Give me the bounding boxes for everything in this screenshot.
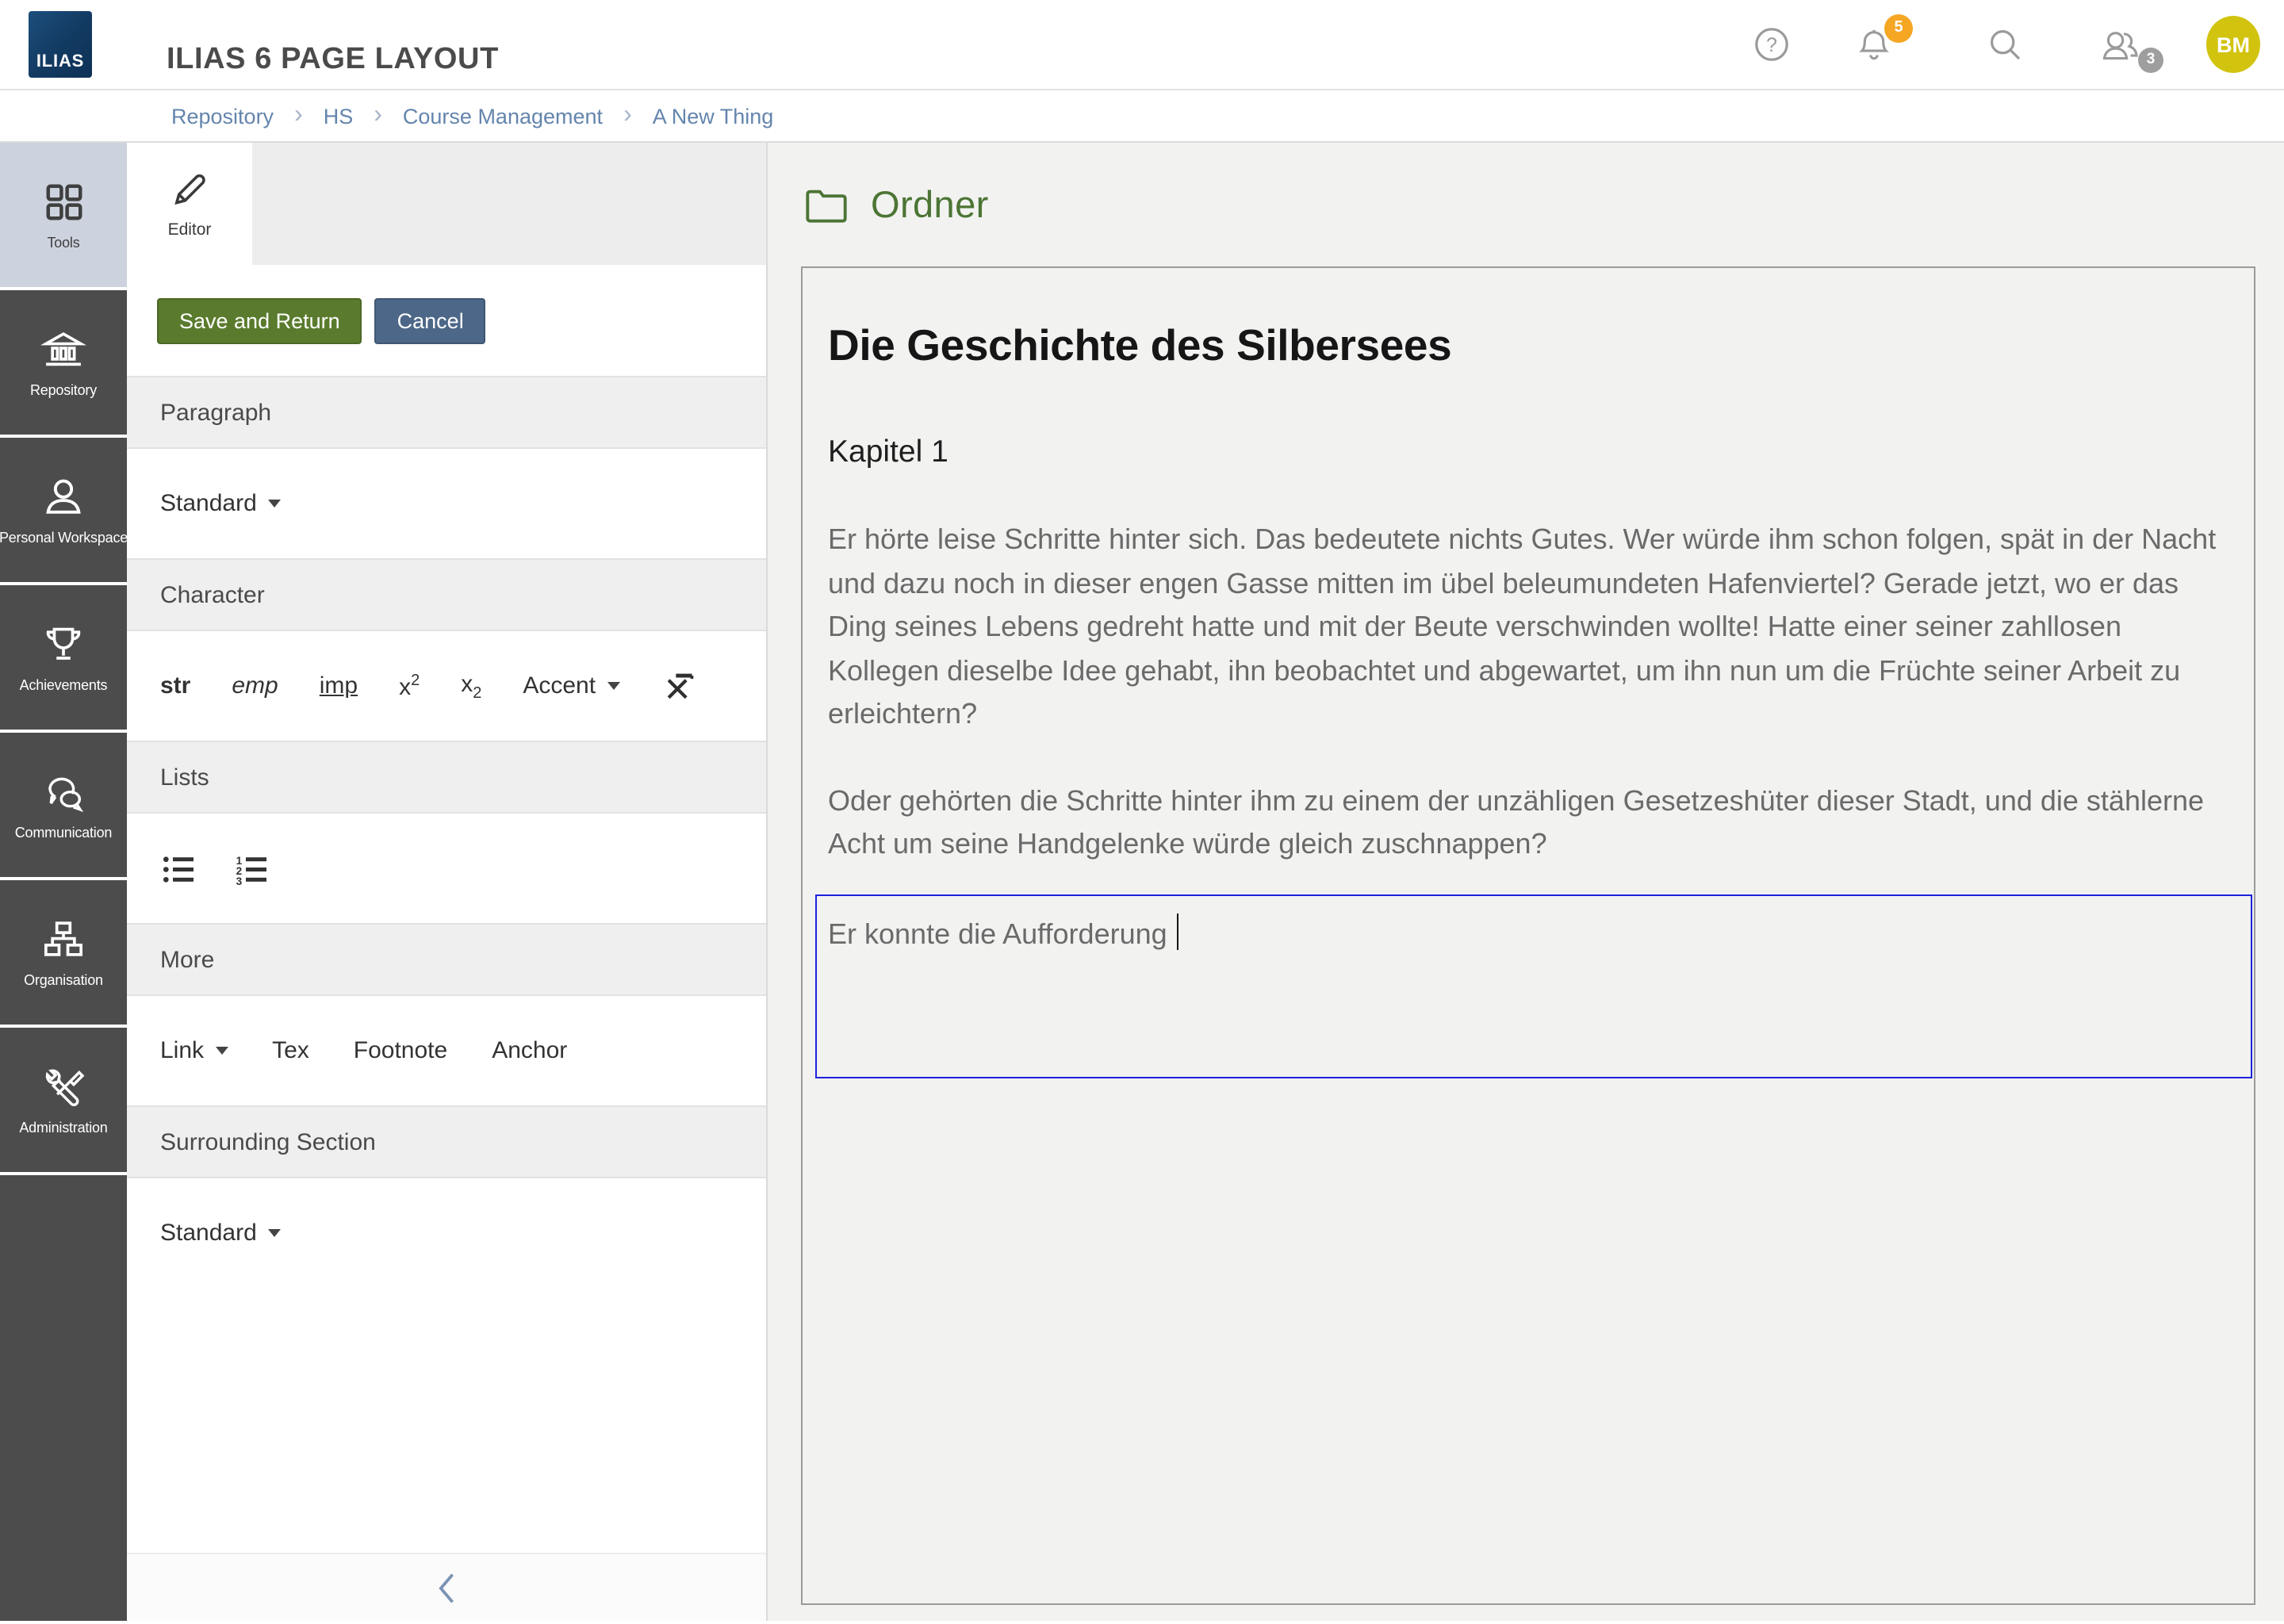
- help-icon: ?: [1753, 25, 1791, 63]
- editor-panel: Editor Save and Return Cancel Paragraph …: [127, 143, 768, 1621]
- notifications-button[interactable]: 5: [1854, 25, 1894, 64]
- object-title: Ordner: [871, 183, 989, 226]
- chevron-down-icon: [268, 1229, 281, 1237]
- help-button[interactable]: ?: [1753, 25, 1791, 63]
- active-paragraph-editor[interactable]: Er konnte die Aufforderung: [815, 894, 2252, 1078]
- org-chart-icon: [40, 917, 87, 961]
- search-button[interactable]: [1986, 25, 2024, 63]
- chevron-down-icon: [215, 1047, 228, 1055]
- contacts-count-badge: 3: [2138, 47, 2163, 72]
- panel-actions: Save and Return Cancel: [127, 265, 766, 376]
- save-and-return-button[interactable]: Save and Return: [157, 297, 362, 343]
- sidebar-item-achievements[interactable]: Achievements: [0, 585, 127, 730]
- breadcrumb-item-course-management[interactable]: Course Management: [403, 104, 603, 128]
- editing-text: Er konnte die Aufforderung: [828, 917, 1167, 949]
- article-subheading[interactable]: Kapitel 1: [828, 435, 2228, 471]
- sidebar-item-tools[interactable]: Tools: [0, 143, 127, 287]
- speech-bubbles-icon: [40, 769, 87, 814]
- section-surrounding-header: Surrounding Section: [127, 1105, 766, 1178]
- numbered-list-button[interactable]: 123: [233, 852, 271, 884]
- remove-format-icon: [661, 668, 696, 703]
- superscript-button[interactable]: x2: [399, 672, 420, 700]
- tab-editor[interactable]: Editor: [127, 143, 252, 265]
- section-lists-body: 123: [127, 814, 766, 923]
- pencil-icon: [168, 168, 211, 211]
- ilias-page: ILIAS ILIAS 6 PAGE LAYOUT ? 5: [0, 0, 2284, 1624]
- svg-text:?: ?: [1766, 34, 1777, 56]
- sidebar-item-personal-workspace[interactable]: Personal Workspace: [0, 438, 127, 582]
- svg-text:3: 3: [236, 875, 243, 884]
- section-more-header: More: [127, 923, 766, 996]
- object-title-row: Ordner: [768, 143, 2284, 266]
- emphasis-button[interactable]: emp: [232, 672, 278, 699]
- top-icon-group: ? 5 3 BM: [1753, 0, 2260, 89]
- section-more-body: Link Tex Footnote Anchor: [127, 996, 766, 1105]
- anchor-button[interactable]: Anchor: [492, 1037, 567, 1064]
- bank-icon: [40, 327, 87, 371]
- tab-editor-label: Editor: [168, 220, 212, 239]
- section-character-header: Character: [127, 558, 766, 631]
- main-sidebar: Tools Repository Personal Workspace Achi…: [0, 143, 127, 1621]
- collapse-panel-button[interactable]: [127, 1553, 766, 1621]
- strong-button[interactable]: str: [160, 672, 190, 699]
- search-icon: [1986, 25, 2024, 63]
- link-dropdown[interactable]: Link: [160, 1037, 228, 1064]
- text-cursor: [1177, 913, 1179, 949]
- breadcrumb-item-repository[interactable]: Repository: [171, 104, 274, 128]
- person-icon: [40, 474, 87, 519]
- breadcrumb-item-hs[interactable]: HS: [324, 104, 354, 128]
- breadcrumb: Repository › HS › Course Management › A …: [0, 89, 2284, 143]
- folder-icon: [804, 186, 849, 224]
- sidebar-item-administration[interactable]: Administration: [0, 1028, 127, 1172]
- avatar-initials: BM: [2217, 33, 2250, 56]
- trophy-icon: [40, 622, 87, 666]
- contacts-icon: [2098, 25, 2143, 64]
- numbered-list-icon: 123: [233, 852, 271, 884]
- sidebar-item-repository[interactable]: Repository: [0, 290, 127, 435]
- breadcrumb-separator: ›: [374, 103, 382, 128]
- article-paragraph[interactable]: Er hörte leise Schritte hinter sich. Das…: [828, 519, 2227, 737]
- breadcrumb-item-a-new-thing[interactable]: A New Thing: [653, 104, 774, 128]
- notifications-count-badge: 5: [1884, 13, 1913, 42]
- top-bar: ILIAS ILIAS 6 PAGE LAYOUT ? 5: [0, 0, 2284, 89]
- bullet-list-icon: [160, 852, 198, 884]
- ilias-logo[interactable]: ILIAS: [29, 11, 92, 78]
- panel-filler: [127, 1288, 766, 1553]
- grid-icon: [42, 180, 85, 223]
- breadcrumb-separator: ›: [623, 103, 632, 128]
- accent-dropdown[interactable]: Accent: [523, 672, 619, 699]
- section-paragraph-body: Standard: [127, 449, 766, 558]
- tex-button[interactable]: Tex: [272, 1037, 309, 1064]
- footnote-button[interactable]: Footnote: [354, 1037, 447, 1064]
- chevron-down-icon: [268, 500, 281, 508]
- remove-format-button[interactable]: [661, 668, 696, 703]
- breadcrumb-separator: ›: [294, 103, 303, 128]
- important-button[interactable]: imp: [320, 672, 358, 699]
- page-title-header: ILIAS 6 PAGE LAYOUT: [167, 43, 499, 78]
- chevron-left-icon: [436, 1571, 457, 1604]
- chevron-down-icon: [607, 682, 619, 690]
- article-heading[interactable]: Die Geschichte des Silbersees: [828, 320, 2228, 371]
- section-paragraph-header: Paragraph: [127, 376, 766, 449]
- bullet-list-button[interactable]: [160, 852, 198, 884]
- page-editor-canvas: Die Geschichte des Silbersees Kapitel 1 …: [801, 266, 2255, 1605]
- article-paragraph[interactable]: Oder gehörten die Schritte hinter ihm zu…: [828, 779, 2227, 867]
- subscript-button[interactable]: x2: [461, 670, 481, 702]
- sidebar-filler: [0, 1175, 127, 1621]
- crossed-tools-icon: [40, 1064, 87, 1109]
- section-character-body: str emp imp x2 x2 Accent: [127, 631, 766, 741]
- sidebar-item-communication[interactable]: Communication: [0, 733, 127, 877]
- paragraph-style-dropdown[interactable]: Standard: [160, 490, 281, 517]
- main-content: Ordner Die Geschichte des Silbersees Kap…: [768, 143, 2284, 1621]
- section-surrounding-body: Standard: [127, 1178, 766, 1288]
- contacts-button[interactable]: 3: [2098, 25, 2143, 64]
- surrounding-style-dropdown[interactable]: Standard: [160, 1220, 281, 1247]
- cancel-button[interactable]: Cancel: [375, 297, 486, 343]
- avatar[interactable]: BM: [2206, 16, 2260, 73]
- section-lists-header: Lists: [127, 741, 766, 814]
- panel-tab-row: Editor: [127, 143, 766, 265]
- ilias-logo-text: ILIAS: [29, 52, 92, 71]
- sidebar-item-organisation[interactable]: Organisation: [0, 880, 127, 1025]
